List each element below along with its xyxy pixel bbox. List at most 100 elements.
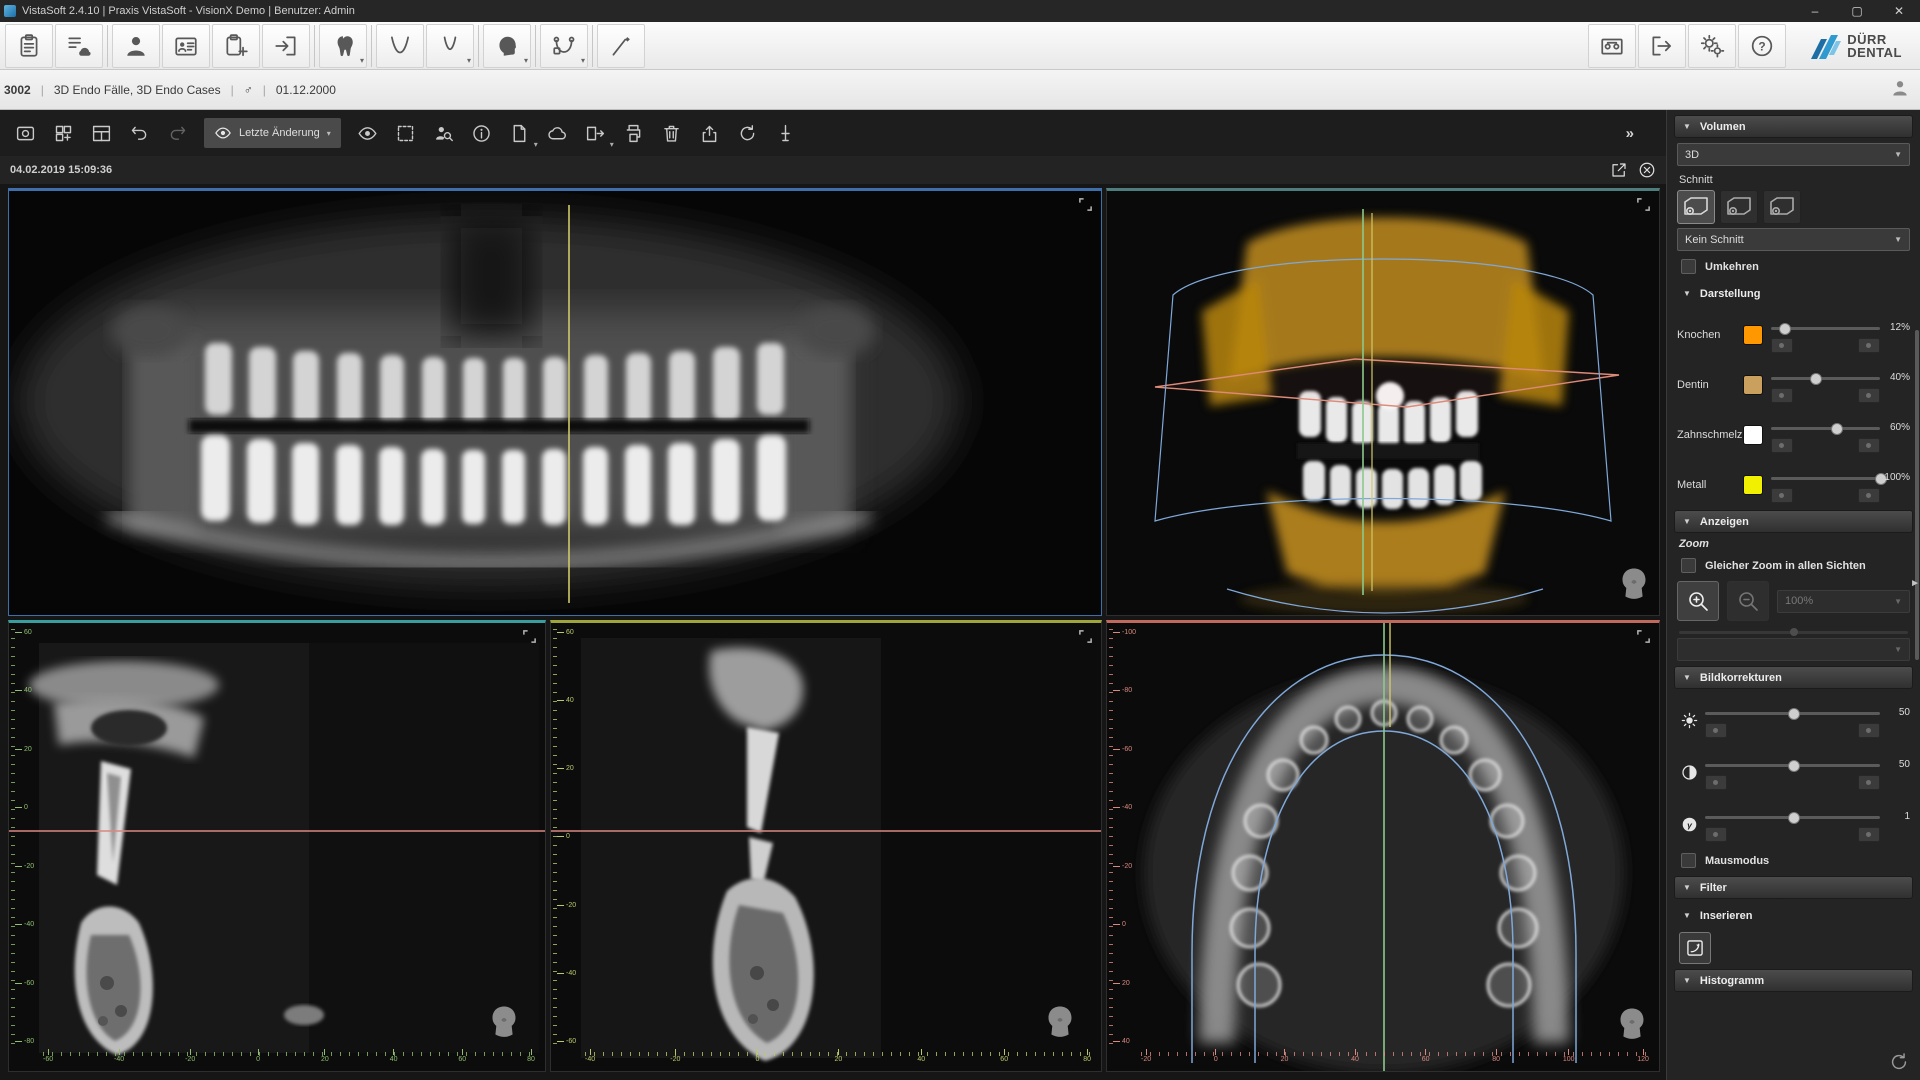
layout-icon[interactable] [83,116,119,150]
view-state-icon[interactable] [350,116,386,150]
close-button[interactable]: ✕ [1878,0,1920,22]
share-icon[interactable] [692,116,728,150]
export-icon[interactable]: ▾ [578,116,614,150]
archive-icon[interactable] [1588,24,1636,68]
sidebar-scrollbar[interactable] [1915,330,1919,660]
fullscreen-icon[interactable] [1078,197,1093,217]
section-inserieren[interactable]: ▼ Inserieren [1674,904,1913,927]
preset-button[interactable] [1858,338,1880,353]
section-bildkorrekturen[interactable]: ▼ Bildkorrekturen [1674,666,1913,689]
worklist-icon[interactable] [55,24,103,68]
preset-button[interactable] [1858,488,1880,503]
section-histogramm[interactable]: ▼ Histogramm [1674,969,1913,992]
slice-mode-3-button[interactable] [1763,190,1801,224]
patient-icon[interactable] [112,24,160,68]
pin-icon[interactable] [768,116,804,150]
delete-icon[interactable] [654,116,690,150]
cloud-icon[interactable] [540,116,576,150]
material-color-swatch[interactable] [1743,475,1763,495]
fullscreen-icon[interactable] [1636,197,1651,217]
invert-checkbox[interactable] [1681,259,1696,274]
fullscreen-icon[interactable] [1636,629,1651,649]
print-icon[interactable] [616,116,652,150]
preset-button[interactable] [1858,775,1880,790]
history-dropdown[interactable]: Letzte Änderung ▾ [204,118,341,148]
zoom-slider[interactable] [1679,631,1908,634]
info-icon[interactable] [464,116,500,150]
invert-checkbox-row[interactable]: Umkehren [1681,259,1906,274]
preset-button[interactable] [1858,438,1880,453]
sagittal-view-panel[interactable]: 6040200-20-40-60-80 -60-40-20020406080 [8,620,546,1072]
preset-button[interactable] [1858,723,1880,738]
preset-button[interactable] [1858,827,1880,842]
orientation-head-icon[interactable] [1619,566,1649,607]
opacity-slider[interactable] [1771,427,1880,430]
patient-record-icon[interactable] [162,24,210,68]
preset-button[interactable] [1771,438,1793,453]
maximize-button[interactable]: ▢ [1836,0,1878,22]
toolbar-overflow-button[interactable]: » [1626,125,1632,142]
select-region-icon[interactable] [388,116,424,150]
refresh-icon[interactable] [730,116,766,150]
same-zoom-checkbox-row[interactable]: Gleicher Zoom in allen Sichten [1681,558,1906,573]
material-color-swatch[interactable] [1743,325,1763,345]
material-color-swatch[interactable] [1743,425,1763,445]
mausmodus-checkbox[interactable] [1681,853,1696,868]
preset-button[interactable] [1705,723,1727,738]
preset-button[interactable] [1858,388,1880,403]
find-patient-image-icon[interactable] [426,116,462,150]
slice-mode-1-button[interactable] [1677,190,1715,224]
same-zoom-checkbox[interactable] [1681,558,1696,573]
volume-3d-panel[interactable] [1106,188,1660,616]
ceph-head-icon[interactable]: ▾ [483,24,531,68]
open-external-icon[interactable] [1610,161,1628,179]
add-view-icon[interactable] [45,116,81,150]
axial-view-panel[interactable]: -100-80-60-40-2002040 -20020406080100120 [1106,620,1660,1072]
preset-button[interactable] [1771,488,1793,503]
patient-name[interactable]: 3D Endo Fälle, 3D Endo Cases [54,83,221,97]
zoom-out-button[interactable] [1727,581,1769,621]
help-icon[interactable] [1738,24,1786,68]
arch-upper-icon[interactable] [376,24,424,68]
logout-icon[interactable] [1638,24,1686,68]
fullscreen-icon[interactable] [1078,629,1093,649]
gamma-slider[interactable] [1705,816,1880,819]
slice-select[interactable]: Kein Schnitt ▼ [1677,228,1910,251]
redo-icon[interactable] [159,116,195,150]
slice-mode-2-button[interactable] [1720,190,1758,224]
contrast-slider[interactable] [1705,764,1880,767]
minimize-button[interactable]: – [1794,0,1836,22]
section-volumen[interactable]: ▼ Volumen [1674,115,1913,138]
section-anzeigen[interactable]: ▼ Anzeigen [1674,510,1913,533]
zoom-level-select[interactable]: 100% ▼ [1777,590,1910,613]
zoom-in-button[interactable] [1677,581,1719,621]
tooth-xray-icon[interactable]: ▾ [319,24,367,68]
sync-icon[interactable] [1888,1051,1910,1076]
material-color-swatch[interactable] [1743,375,1763,395]
close-study-icon[interactable] [1638,161,1656,179]
intraoral-pen-icon[interactable] [597,24,645,68]
undo-icon[interactable] [121,116,157,150]
opacity-slider[interactable] [1771,327,1880,330]
volume-mode-select[interactable]: 3D ▼ [1677,143,1910,166]
brightness-slider[interactable] [1705,712,1880,715]
cross-section-panel[interactable]: 6040200-20-40-60 -40-20020406080 [550,620,1102,1072]
settings-icon[interactable] [1688,24,1736,68]
preset-button[interactable] [1705,775,1727,790]
single-view-icon[interactable] [7,116,43,150]
orientation-head-icon[interactable] [1617,1006,1647,1047]
mausmodus-checkbox-row[interactable]: Mausmodus [1681,853,1906,868]
preset-button[interactable] [1771,388,1793,403]
new-order-icon[interactable] [212,24,260,68]
preset-button[interactable] [1771,338,1793,353]
section-filter[interactable]: ▼ Filter [1674,876,1913,899]
patient-avatar-icon[interactable] [1890,78,1910,101]
arch-lower-icon[interactable]: ▾ [426,24,474,68]
preset-button[interactable] [1705,827,1727,842]
view-preset-select[interactable]: ▼ [1677,638,1910,661]
orientation-head-icon[interactable] [489,1004,519,1045]
cbct-jaw-icon[interactable]: ▾ [540,24,588,68]
insert-annotation-button[interactable] [1679,932,1711,964]
opacity-slider[interactable] [1771,377,1880,380]
patient-list-icon[interactable] [5,24,53,68]
